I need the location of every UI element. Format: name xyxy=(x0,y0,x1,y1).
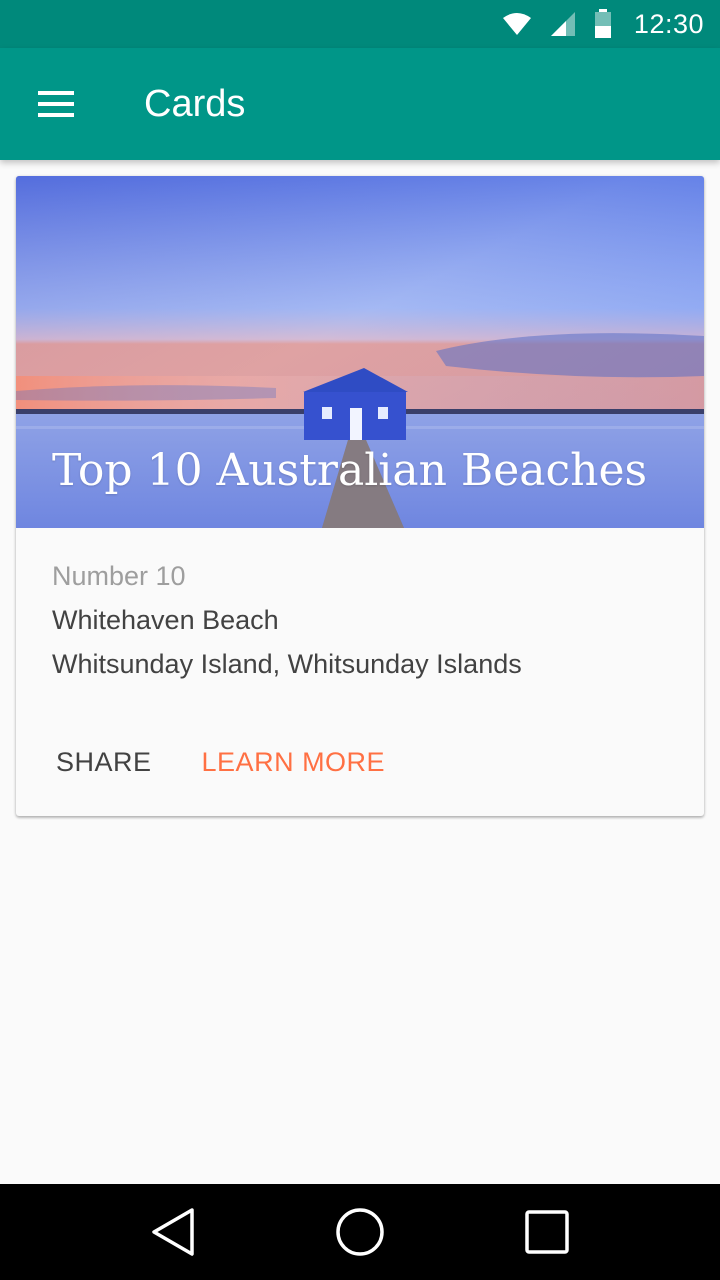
beach-card: Top 10 Australian Beaches Number 10 Whit… xyxy=(16,176,704,816)
card-subtitle: Number 10 xyxy=(52,561,186,591)
navigation-bar xyxy=(0,1184,720,1280)
card-actions: SHARE LEARN MORE xyxy=(16,728,704,796)
card-image-title: Top 10 Australian Beaches xyxy=(52,445,648,496)
signal-icon xyxy=(550,11,576,37)
beach-name: Whitehaven Beach xyxy=(52,605,279,635)
page-title: Cards xyxy=(144,82,246,125)
learn-more-button[interactable]: LEARN MORE xyxy=(178,733,410,792)
card-image: Top 10 Australian Beaches xyxy=(16,176,704,528)
battery-icon xyxy=(594,9,612,39)
card-body: Number 10 Whitehaven Beach Whitsunday Is… xyxy=(16,528,704,682)
recents-icon[interactable] xyxy=(497,1184,597,1280)
status-bar: 12:30 xyxy=(0,0,720,48)
share-button[interactable]: SHARE xyxy=(32,733,176,792)
home-icon[interactable] xyxy=(310,1184,410,1280)
beach-location: Whitsunday Island, Whitsunday Islands xyxy=(52,649,522,679)
app-bar: Cards xyxy=(0,48,720,160)
wifi-icon xyxy=(502,12,532,36)
status-time: 12:30 xyxy=(633,8,704,39)
menu-icon[interactable] xyxy=(0,48,112,160)
back-icon[interactable] xyxy=(123,1184,223,1280)
